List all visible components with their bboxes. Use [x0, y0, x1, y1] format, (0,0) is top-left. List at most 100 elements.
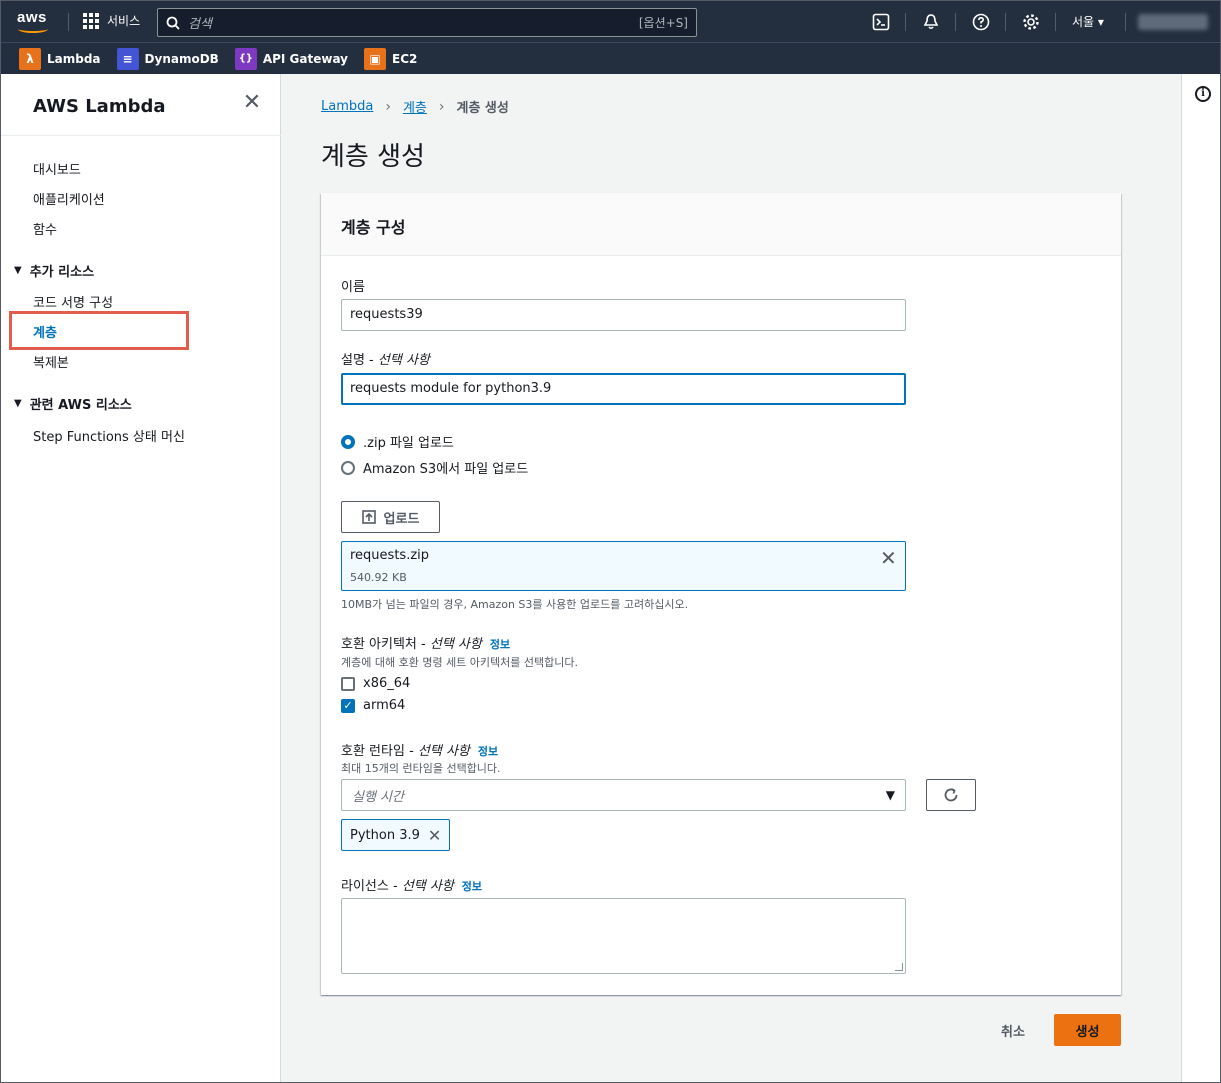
optional-text: 선택 사항 [377, 353, 430, 368]
radio-zip-upload[interactable]: .zip 파일 업로드 [341, 432, 454, 451]
aws-smile-icon [18, 25, 48, 33]
cancel-button[interactable]: 취소 [993, 1015, 1033, 1045]
panel-header: 계층 구성 [321, 193, 1121, 256]
sidebar-item-functions[interactable]: 함수 [33, 219, 57, 238]
optional-text: 선택 사항 [429, 637, 482, 652]
nav-divider [905, 13, 906, 31]
runtime-placeholder: 실행 시간 [352, 789, 404, 805]
chevron-right-icon: › [438, 98, 445, 115]
description-label-text: 설명 [341, 353, 365, 368]
nav-divider [1005, 13, 1006, 31]
info-link[interactable]: 정보 [478, 745, 498, 758]
sidebar-item-replicas[interactable]: 복제본 [33, 352, 69, 371]
nav-divider [1055, 13, 1056, 31]
bell-icon[interactable] [921, 12, 941, 32]
top-navigation: aws 서비스 검색 [옵션+S] 서울 ▾ [1, 1, 1220, 42]
favorite-ec2[interactable]: ▣ EC2 [364, 47, 418, 70]
refresh-button[interactable] [926, 779, 976, 811]
runtime-token-label: Python 3.9 [350, 827, 420, 843]
radio-s3-upload[interactable]: Amazon S3에서 파일 업로드 [341, 458, 528, 477]
cloudshell-icon[interactable] [871, 12, 891, 32]
help-icon[interactable] [971, 12, 991, 32]
sidebar-section-related[interactable]: ▼ 관련 AWS 리소스 [14, 394, 132, 413]
search-icon [166, 16, 180, 30]
sidebar-item-code-signing[interactable]: 코드 서명 구성 [33, 292, 113, 311]
info-link[interactable]: 정보 [490, 638, 510, 651]
name-label: 이름 [341, 280, 365, 295]
lambda-icon: λ [19, 47, 41, 70]
account-menu[interactable] [1138, 14, 1208, 30]
sidebar-item-applications[interactable]: 애플리케이션 [33, 189, 105, 208]
runtime-hint: 최대 15개의 런타임을 선택합니다. [341, 762, 501, 775]
close-icon[interactable]: ✕ [428, 826, 441, 845]
file-name: requests.zip [350, 548, 430, 563]
highlight-annotation [9, 311, 189, 350]
description-label: 설명 - 선택 사항 [341, 353, 430, 368]
services-menu-button[interactable]: 서비스 [83, 12, 140, 29]
create-button[interactable]: 생성 [1054, 1014, 1121, 1046]
checkbox-label: arm64 [363, 698, 406, 713]
sidebar-section-more[interactable]: ▼ 추가 리소스 [14, 261, 94, 280]
breadcrumb-link-lambda[interactable]: Lambda [321, 99, 373, 114]
breadcrumb-current: 계층 생성 [456, 101, 509, 116]
license-label: 라이선스 - 선택 사항 정보 [341, 879, 483, 894]
optional-text: 선택 사항 [417, 744, 470, 759]
runtime-label: 호환 런타임 - 선택 사항 정보 [341, 744, 499, 759]
runtime-select[interactable]: 실행 시간 ▼ [341, 779, 906, 811]
search-input[interactable]: 검색 [옵션+S] [157, 8, 697, 37]
name-input[interactable]: requests39 [341, 299, 906, 331]
info-link[interactable]: 정보 [462, 880, 482, 893]
panel-title: 계층 구성 [341, 218, 406, 237]
runtime-token: Python 3.9 ✕ [341, 819, 451, 851]
chevron-right-icon: › [385, 98, 391, 115]
favorite-label: API Gateway [262, 51, 348, 66]
checkbox-label: x86_64 [363, 676, 411, 691]
license-textarea[interactable] [341, 898, 906, 974]
uploaded-file-token: requests.zip 540.92 KB ✕ [341, 541, 906, 591]
file-size-hint: 10MB가 넘는 파일의 경우, Amazon S3를 사용한 업로드를 고려하… [341, 598, 689, 611]
favorite-label: EC2 [392, 51, 418, 66]
caret-down-icon: ▼ [14, 398, 22, 409]
architecture-hint: 계층에 대해 호환 명령 세트 아키텍처를 선택합니다. [341, 656, 578, 669]
page-title: 계층 생성 [321, 142, 425, 172]
sidebar-item-dashboard[interactable]: 대시보드 [33, 159, 81, 178]
resize-handle-icon[interactable] [895, 963, 903, 971]
caret-down-icon: ▼ [14, 265, 22, 276]
runtime-label-text: 호환 런타임 [341, 744, 405, 759]
breadcrumb-link-layers[interactable]: 계층 [403, 97, 427, 116]
search-shortcut: [옵션+S] [638, 16, 688, 30]
favorite-api-gateway[interactable]: {} API Gateway [234, 47, 348, 70]
settings-icon[interactable] [1021, 12, 1041, 32]
aws-logo-text: aws [17, 9, 47, 26]
refresh-icon [944, 788, 958, 802]
favorite-label: DynamoDB [144, 51, 219, 66]
services-label: 서비스 [107, 14, 141, 28]
close-icon[interactable]: ✕ [880, 546, 897, 570]
browser-frame: aws 서비스 검색 [옵션+S] 서울 ▾ λ Lambda ≡ Dynamo… [0, 0, 1221, 1083]
sidebar-section-label: 관련 AWS 리소스 [29, 398, 132, 413]
upload-label: 업로드 [383, 511, 420, 527]
sidebar-item-step-functions[interactable]: Step Functions 상태 머신 [33, 426, 185, 445]
close-icon[interactable]: ✕ [241, 92, 263, 115]
nav-divider [955, 13, 956, 31]
info-icon[interactable]: i [1195, 86, 1211, 102]
api-gateway-icon: {} [234, 47, 257, 70]
sidebar-divider [1, 135, 281, 136]
radio-label: Amazon S3에서 파일 업로드 [363, 462, 529, 477]
ec2-icon: ▣ [364, 47, 386, 70]
description-input[interactable]: requests module for python3.9 [341, 373, 906, 405]
checkbox-x86-64[interactable]: x86_64 [341, 676, 410, 691]
sidebar-title[interactable]: AWS Lambda [33, 96, 166, 117]
favorite-dynamodb[interactable]: ≡ DynamoDB [116, 47, 219, 70]
license-label-text: 라이선스 [341, 879, 389, 894]
side-navigation: AWS Lambda ✕ 대시보드 애플리케이션 함수 ▼ 추가 리소스 코드 … [1, 74, 281, 1082]
region-selector[interactable]: 서울 ▾ [1072, 13, 1104, 30]
favorite-lambda[interactable]: λ Lambda [19, 47, 101, 70]
checkbox-arm64[interactable]: ✓ arm64 [341, 698, 405, 713]
nav-divider [68, 13, 69, 31]
upload-button[interactable]: 업로드 [341, 501, 440, 533]
caret-down-icon: ▼ [885, 788, 895, 802]
upload-icon [361, 510, 376, 524]
file-size: 540.92 KB [350, 571, 407, 584]
aws-logo[interactable]: aws [17, 9, 53, 35]
